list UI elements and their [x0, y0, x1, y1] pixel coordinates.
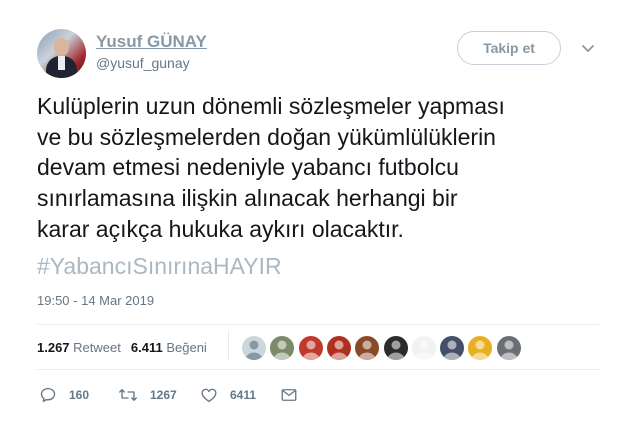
heart-icon: [201, 388, 217, 403]
avatar-face: [54, 38, 69, 56]
reply-action[interactable]: 160: [39, 386, 89, 404]
user-avatar-icon[interactable]: [297, 335, 324, 361]
retweet-label: Retweet: [73, 340, 121, 355]
retweet-icon: [119, 389, 137, 401]
like-action[interactable]: 6411: [200, 386, 256, 404]
like-label: Beğeni: [166, 340, 207, 355]
chevron-down-icon[interactable]: [580, 40, 596, 56]
default-avatar-icon[interactable]: [241, 335, 267, 361]
author-handle[interactable]: @yusuf_gunay: [96, 55, 190, 71]
retweet-stat[interactable]: 1.267 Retweet: [37, 340, 121, 355]
reply-icon: [40, 387, 56, 403]
user-avatar-icon[interactable]: [439, 335, 466, 361]
tweet-text-line: Kulüplerin uzun dönemli sözleşmeler yapm…: [37, 93, 505, 119]
tweet-text-line: sınırlamasına ilişkin alınacak herhangi …: [37, 185, 458, 212]
author-avatar[interactable]: [37, 29, 86, 78]
user-avatar-icon[interactable]: [495, 335, 522, 361]
hashtag-link[interactable]: #YabancıSınırınaHAYIR: [37, 251, 282, 282]
tweet-text-line: devam etmesi nedeniyle yabancı futbolcu: [37, 154, 459, 181]
tweet-stats: 1.267 Retweet 6.411 Beğeni: [37, 340, 207, 355]
like-count: 6.411: [130, 340, 163, 355]
divider: [37, 324, 599, 325]
user-avatar-icon[interactable]: [410, 335, 437, 361]
retweet-action[interactable]: 1267: [118, 386, 177, 404]
user-avatar-icon[interactable]: [467, 335, 494, 361]
direct-message-action[interactable]: [280, 386, 310, 404]
tweet-text: Kulüplerin uzun dönemli sözleşmeler yapm…: [37, 91, 607, 245]
like-action-count: 6411: [230, 388, 257, 402]
author-name[interactable]: Yusuf GÜNAY: [96, 32, 207, 52]
tweet-text-line: ve bu sözleşmelerden doğan yükümlülükler…: [37, 123, 496, 150]
user-avatar-icon[interactable]: [325, 335, 352, 361]
retweet-action-count: 1267: [150, 388, 177, 402]
user-avatar-icon[interactable]: [382, 335, 409, 361]
stats-separator: [228, 330, 229, 360]
user-avatar-icon[interactable]: [354, 335, 381, 361]
tweet-card: Yusuf GÜNAY @yusuf_gunay Takip et Kulüpl…: [0, 0, 636, 429]
avatar-shirt: [58, 56, 65, 70]
retweet-count: 1.267: [37, 340, 70, 355]
divider: [37, 369, 599, 370]
user-avatar-icon[interactable]: [269, 335, 296, 361]
reply-count: 160: [69, 388, 90, 402]
tweet-text-line: karar açıkça hukuka aykırı olacaktır.: [37, 215, 404, 242]
follow-button[interactable]: Takip et: [457, 31, 561, 65]
like-stat[interactable]: 6.411 Beğeni: [131, 340, 207, 355]
tweet-timestamp[interactable]: 19:50 - 14 Mar 2019: [37, 293, 154, 308]
envelope-icon: [281, 389, 297, 401]
